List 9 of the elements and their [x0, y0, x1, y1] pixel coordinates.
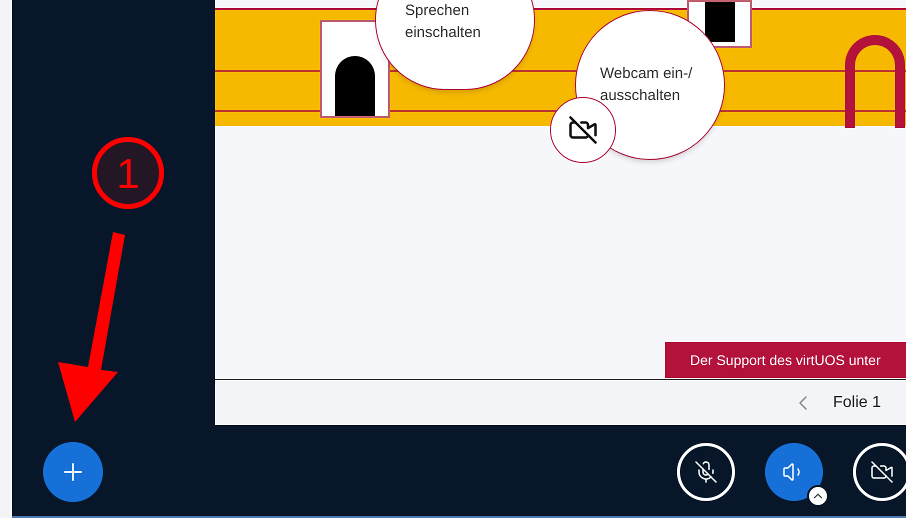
crossed-camera-icon	[568, 115, 598, 145]
mic-button[interactable]	[677, 443, 735, 501]
camera-button[interactable]	[853, 443, 906, 501]
slide-number: Folie 1	[832, 392, 881, 412]
crossed-camera-icon	[870, 460, 894, 484]
support-banner: Der Support des virtUOS unter	[665, 342, 906, 378]
bubble-text: Webcam ein-/ausschalten	[600, 64, 694, 106]
muted-microphone-icon	[694, 460, 718, 484]
bubble-text: Sprechen einschalten	[405, 1, 482, 43]
